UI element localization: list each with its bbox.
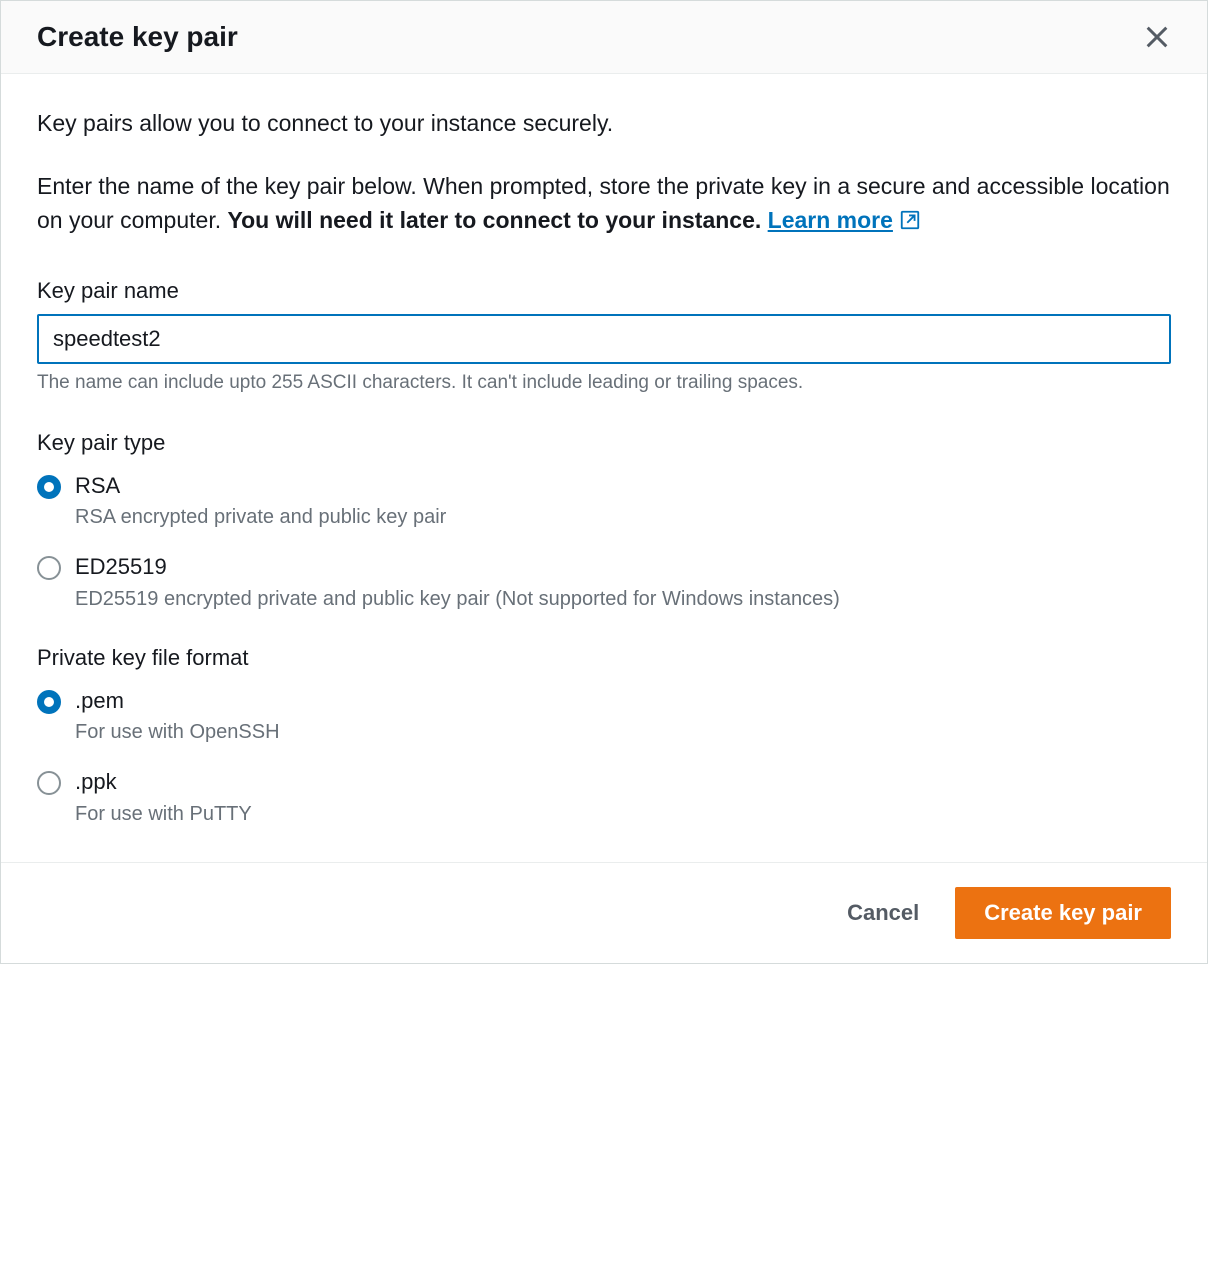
radio-desc: For use with PuTTY xyxy=(75,803,1171,826)
radio-title: ED25519 xyxy=(75,553,1171,582)
radio-content: RSA RSA encrypted private and public key… xyxy=(75,472,1171,530)
cancel-button[interactable]: Cancel xyxy=(839,890,927,936)
create-key-pair-button[interactable]: Create key pair xyxy=(955,887,1171,939)
radio-button-rsa[interactable] xyxy=(37,475,61,499)
radio-desc: ED25519 encrypted private and public key… xyxy=(75,588,1171,611)
radio-content: .ppk For use with PuTTY xyxy=(75,768,1171,826)
close-icon[interactable] xyxy=(1143,23,1171,51)
modal-header: Create key pair xyxy=(1,1,1207,74)
radio-desc: RSA encrypted private and public key pai… xyxy=(75,506,1171,529)
external-link-icon xyxy=(899,209,921,231)
intro-text: Key pairs allow you to connect to your i… xyxy=(37,106,1171,141)
name-hint: The name can include upto 255 ASCII char… xyxy=(37,372,1171,394)
radio-button-pem[interactable] xyxy=(37,690,61,714)
radio-title: .ppk xyxy=(75,768,1171,797)
radio-title: .pem xyxy=(75,687,1171,716)
radio-button-ed25519[interactable] xyxy=(37,556,61,580)
instruction-bold: You will need it later to connect to you… xyxy=(228,207,768,233)
radio-desc: For use with OpenSSH xyxy=(75,721,1171,744)
key-pair-name-input[interactable] xyxy=(37,314,1171,364)
radio-content: .pem For use with OpenSSH xyxy=(75,687,1171,745)
modal-footer: Cancel Create key pair xyxy=(1,862,1207,963)
private-key-format-section: Private key file format .pem For use wit… xyxy=(37,645,1171,826)
radio-option-pem[interactable]: .pem For use with OpenSSH xyxy=(37,687,1171,745)
modal-title: Create key pair xyxy=(37,21,238,53)
learn-more-label: Learn more xyxy=(768,203,893,238)
radio-option-rsa[interactable]: RSA RSA encrypted private and public key… xyxy=(37,472,1171,530)
radio-option-ppk[interactable]: .ppk For use with PuTTY xyxy=(37,768,1171,826)
key-pair-name-field: Key pair name The name can include upto … xyxy=(37,278,1171,394)
radio-title: RSA xyxy=(75,472,1171,501)
modal-body: Key pairs allow you to connect to your i… xyxy=(1,74,1207,862)
radio-option-ed25519[interactable]: ED25519 ED25519 encrypted private and pu… xyxy=(37,553,1171,611)
radio-content: ED25519 ED25519 encrypted private and pu… xyxy=(75,553,1171,611)
format-label: Private key file format xyxy=(37,645,1171,671)
learn-more-link[interactable]: Learn more xyxy=(768,203,921,238)
name-label: Key pair name xyxy=(37,278,1171,304)
create-key-pair-modal: Create key pair Key pairs allow you to c… xyxy=(0,0,1208,964)
key-pair-type-section: Key pair type RSA RSA encrypted private … xyxy=(37,430,1171,611)
instruction-text: Enter the name of the key pair below. Wh… xyxy=(37,169,1171,238)
type-label: Key pair type xyxy=(37,430,1171,456)
radio-button-ppk[interactable] xyxy=(37,771,61,795)
